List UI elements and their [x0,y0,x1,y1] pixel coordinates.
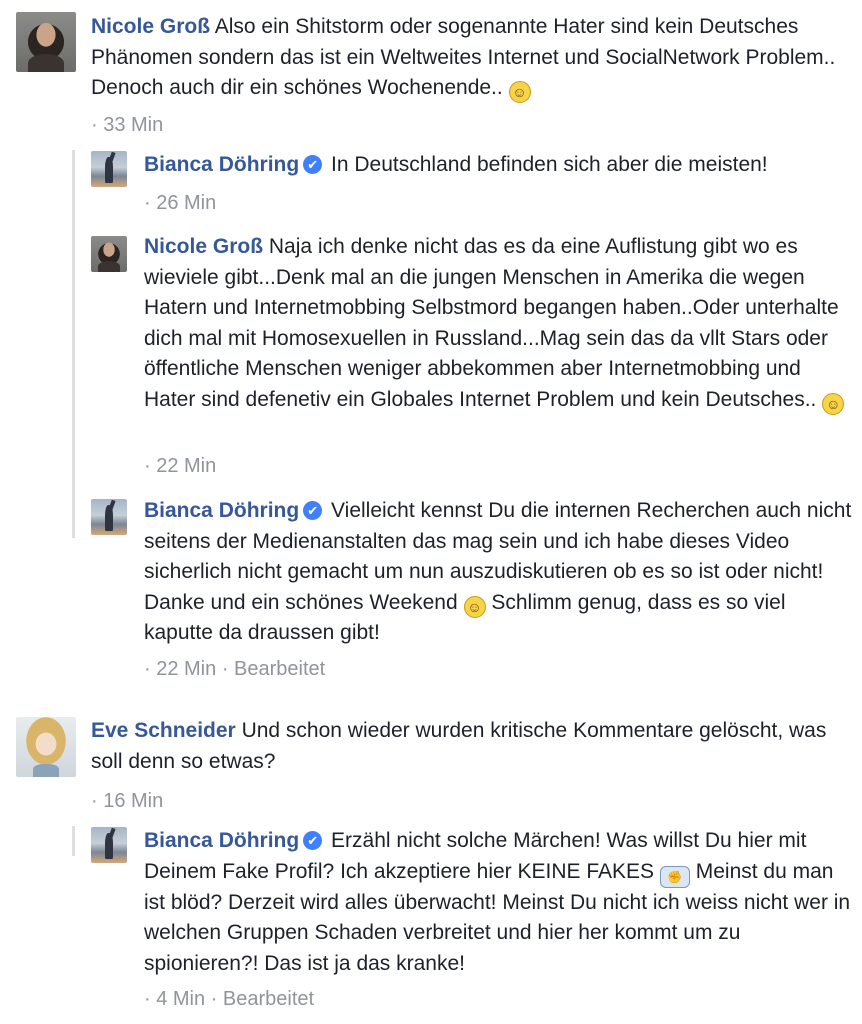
comment-timestamp[interactable]: · 4 Min [144,988,205,1010]
comment-body: Eve Schneider Und schon wieder wurden kr… [91,716,853,777]
author-link[interactable]: Nicole Groß [144,235,263,258]
comment-text: In Deutschland befinden sich aber die me… [331,153,768,176]
avatar-nicole-gross[interactable] [91,236,127,272]
comment-text: Naja ich denke nicht das es da eine Aufl… [144,235,839,411]
comment-timestamp[interactable]: · 16 Min [91,790,163,813]
author-link[interactable]: Bianca Döhring [144,153,299,176]
comment-body: Nicole Groß Also ein Shitstorm oder soge… [91,12,853,104]
author-link[interactable]: Bianca Döhring [144,499,299,522]
avatar-bianca-doehring[interactable] [91,827,127,863]
smile-icon: ☺ [463,595,486,618]
edited-link[interactable]: · Bearbeitet [222,658,325,680]
comment-meta: · 22 Min · Bearbeitet [144,658,325,681]
smile-icon: ☺ [508,81,531,103]
comment-timestamp[interactable]: · 26 Min [144,192,216,215]
verified-badge-icon: ✔ [303,155,323,174]
avatar-bianca-doehring[interactable] [91,499,127,535]
comment-timestamp[interactable]: · 33 Min [91,114,163,137]
verified-badge-icon: ✔ [303,501,323,520]
comment-timestamp[interactable]: · 22 Min [144,658,216,680]
verified-badge-icon: ✔ [303,831,323,850]
smile-icon: ☺ [822,392,845,415]
author-link[interactable]: Eve Schneider [91,719,236,742]
comment-body: Nicole Groß Naja ich denke nicht das es … [144,232,854,415]
comment-timestamp[interactable]: · 22 Min [144,455,216,478]
comment-meta: · 4 Min · Bearbeitet [144,988,314,1011]
author-link[interactable]: Nicole Groß [91,15,210,38]
avatar-nicole-gross[interactable] [16,12,76,72]
avatar-eve-schneider[interactable] [16,717,76,777]
fist-bump-icon: ✊ [659,865,690,888]
reply-thread-line [72,150,75,538]
comment-body: Bianca Döhring ✔ Vielleicht kennst Du die… [144,496,854,649]
edited-link[interactable]: · Bearbeitet [211,988,314,1010]
comment-body: Bianca Döhring ✔ In Deutschland befinden … [144,150,854,181]
comment-body: Bianca Döhring ✔ Erzähl nicht solche Märc… [144,826,854,979]
author-link[interactable]: Bianca Döhring [144,829,299,852]
reply-thread-line [72,826,75,856]
avatar-bianca-doehring[interactable] [91,151,127,187]
